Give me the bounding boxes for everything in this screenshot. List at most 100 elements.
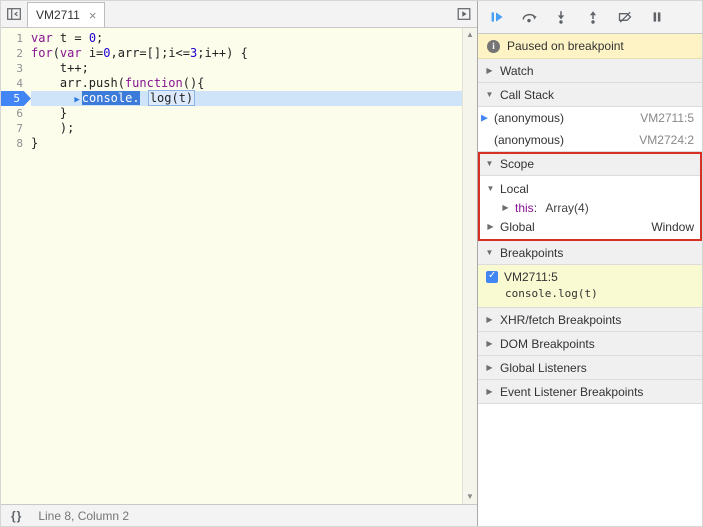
scope-section-header[interactable]: Scope [478,152,702,176]
scroll-up-icon[interactable] [463,28,477,42]
breakpoint-code-snippet: console.log(t) [486,287,694,300]
section-watch: Watch [478,59,702,83]
section-xhr-breakpoints: XHR/fetch Breakpoints [478,308,702,332]
step-into-icon [553,9,569,25]
chevron-right-icon [485,339,494,348]
tab-title: VM2711 [36,8,80,22]
code-row[interactable]: 6 } [1,106,477,121]
line-number[interactable]: 1 [1,31,31,46]
code-row[interactable]: 7 ); [1,121,477,136]
event-listener-breakpoints-section-header[interactable]: Event Listener Breakpoints [478,380,702,404]
chevron-right-icon [485,66,494,75]
section-label: Call Stack [500,88,554,102]
call-stack-frame[interactable]: (anonymous) VM2724:2 [478,129,702,151]
scroll-down-icon[interactable] [463,490,477,504]
frame-name: (anonymous) [494,133,639,147]
watch-section-header[interactable]: Watch [478,59,702,83]
code-line-text: } [31,136,477,151]
scope-group-label: Local [500,182,529,196]
line-number[interactable]: 8 [1,136,31,151]
line-number[interactable]: 7 [1,121,31,136]
more-tabs-button[interactable] [454,4,474,24]
section-label: Watch [500,64,534,78]
devtools-sources-panel: VM2711 1var t = 0;2for(var i=0,arr=[];i<… [0,0,703,527]
section-scope: Scope Local this Array(4) Global Window [478,152,702,241]
section-breakpoints: Breakpoints VM2711:5 console.log(t) [478,241,702,308]
line-number[interactable]: 4 [1,76,31,91]
code-line-text: ); [31,121,477,136]
section-dom-breakpoints: DOM Breakpoints [478,332,702,356]
resume-button[interactable] [487,7,507,27]
frame-location[interactable]: VM2711:5 [640,111,694,125]
dom-breakpoints-section-header[interactable]: DOM Breakpoints [478,332,702,356]
chevron-down-icon [485,159,494,168]
paused-banner: Paused on breakpoint [478,34,702,59]
execution-pointer-icon [74,91,81,105]
toggle-navigator-icon [6,6,22,22]
chevron-down-icon [486,184,495,193]
section-label: Scope [500,157,534,171]
code-line-text: console. log(t) [31,91,477,106]
call-stack-frame-active[interactable]: (anonymous) VM2711:5 [478,107,702,129]
tab-bar-spacer [108,1,451,27]
editor-vertical-scrollbar[interactable] [462,28,477,504]
chevron-right-icon [486,222,495,231]
code-lines: 1var t = 0;2for(var i=0,arr=[];i<=3;i++)… [1,31,477,151]
paused-message: Paused on breakpoint [507,39,624,53]
close-tab-icon[interactable] [89,9,97,22]
section-label: Event Listener Breakpoints [500,385,643,399]
code-row[interactable]: 8} [1,136,477,151]
code-line-text: t++; [31,61,477,76]
global-listeners-section-header[interactable]: Global Listeners [478,356,702,380]
line-number[interactable]: 6 [1,106,31,121]
editor-tab-bar: VM2711 [1,1,477,28]
breakpoints-list: VM2711:5 console.log(t) [478,265,702,308]
cursor-position: Line 8, Column 2 [38,509,129,523]
code-row[interactable]: 5 console. log(t) [1,91,477,106]
more-tabs-icon [456,6,472,22]
code-editor[interactable]: 1var t = 0;2for(var i=0,arr=[];i<=3;i++)… [1,28,477,504]
breakpoints-section-header[interactable]: Breakpoints [478,241,702,265]
scope-this-row[interactable]: this Array(4) [478,198,702,217]
step-out-icon [585,9,601,25]
frame-location[interactable]: VM2724:2 [639,133,694,147]
breakpoint-location-row: VM2711:5 [486,270,694,284]
chevron-down-icon [485,248,494,257]
section-label: Global Listeners [500,361,587,375]
line-number[interactable]: 3 [1,61,31,76]
code-line-text: for(var i=0,arr=[];i<=3;i++) { [31,46,477,61]
active-frame-icon [481,113,488,124]
call-stack-section-header[interactable]: Call Stack [478,83,702,107]
debugger-sidebar: Paused on breakpoint Watch Call Stack (a… [478,1,702,526]
breakpoint-location: VM2711:5 [504,270,558,284]
breakpoint-entry[interactable]: VM2711:5 console.log(t) [478,265,702,307]
toggle-navigator-button[interactable] [4,4,24,24]
step-over-button[interactable] [519,7,539,27]
step-into-button[interactable] [551,7,571,27]
code-row[interactable]: 1var t = 0; [1,31,477,46]
tab-vm2711[interactable]: VM2711 [27,2,105,27]
step-out-button[interactable] [583,7,603,27]
pause-on-exceptions-icon [649,9,665,25]
section-label: Breakpoints [500,246,563,260]
code-row[interactable]: 2for(var i=0,arr=[];i<=3;i++) { [1,46,477,61]
line-number[interactable]: 2 [1,46,31,61]
pretty-print-button[interactable]: {} [11,509,22,523]
pause-on-exceptions-button[interactable] [647,7,667,27]
debugger-toolbar [478,1,702,34]
deactivate-breakpoints-icon [617,9,633,25]
code-row[interactable]: 3 t++; [1,61,477,76]
step-over-icon [521,9,537,25]
chevron-right-icon [485,315,494,324]
property-value: Array(4) [545,201,588,215]
breakpoint-checkbox[interactable] [486,271,498,283]
section-event-listener-breakpoints: Event Listener Breakpoints [478,380,702,404]
breakpoint-line-number[interactable]: 5 [1,91,31,106]
scope-local-row[interactable]: Local [478,179,702,198]
xhr-breakpoints-section-header[interactable]: XHR/fetch Breakpoints [478,308,702,332]
scope-group-value: Window [651,220,694,234]
deactivate-breakpoints-button[interactable] [615,7,635,27]
scope-global-row[interactable]: Global Window [478,217,702,236]
code-row[interactable]: 4 arr.push(function(){ [1,76,477,91]
resume-icon [489,9,505,25]
